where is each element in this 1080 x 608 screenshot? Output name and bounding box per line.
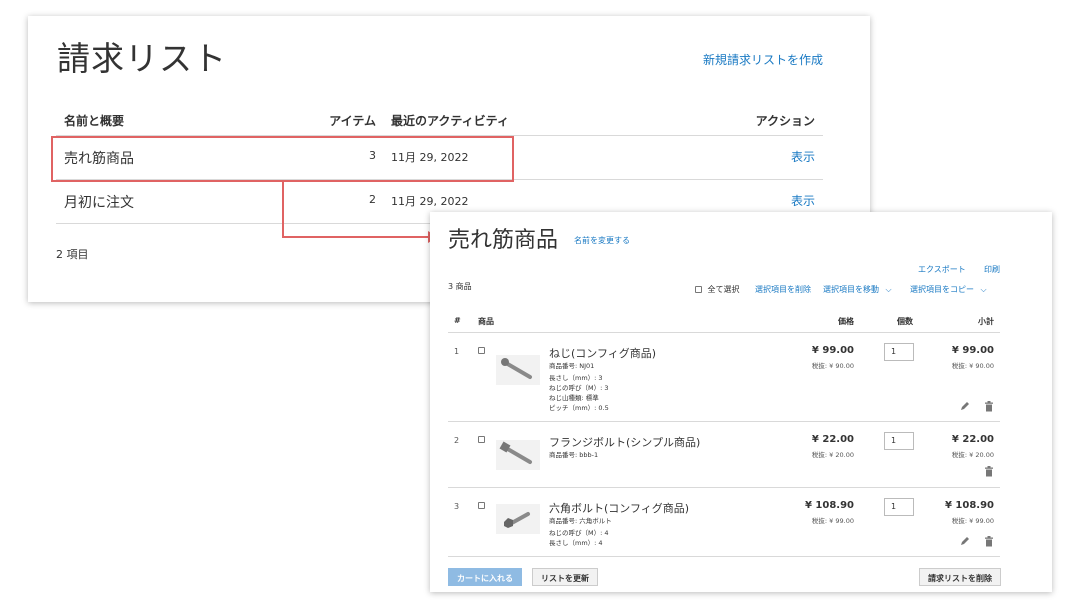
requisition-list-detail-panel: 売れ筋商品 名前を変更する エクスポート 印刷 3 商品 全て選択 選択項目を削… (430, 212, 1052, 592)
product-thumbnail-flange-bolt[interactable] (496, 440, 540, 470)
row-subtotal-excl-tax: 税抜: ¥ 90.00 (951, 362, 994, 370)
print-link[interactable]: 印刷 (984, 264, 1000, 275)
list-name: 月初に注文 (64, 195, 134, 211)
delete-list-button[interactable]: 請求リストを削除 (919, 568, 1001, 586)
move-selected-label: 選択項目を移動 (823, 285, 879, 294)
add-to-cart-button[interactable]: カートに入れる (448, 568, 522, 586)
header-action: アクション (755, 114, 815, 128)
product-name[interactable]: 六角ボルト(コンフィグ商品) (549, 500, 689, 516)
view-link[interactable]: 表示 (791, 148, 815, 165)
pencil-icon[interactable] (960, 401, 970, 411)
header-name: 名前と概要 (64, 114, 125, 128)
product-price-excl-tax: 税抜: ¥ 90.00 (811, 362, 854, 370)
delete-selected-link[interactable]: 選択項目を削除 (755, 284, 811, 295)
product-sku: 商品番号: bbb-1 (549, 451, 599, 459)
header-activity: 最近のアクティビティ (391, 114, 509, 128)
header-qty: 個数 (897, 317, 913, 326)
header-product: 商品 (478, 317, 494, 326)
product-sku: 商品番号: 六角ボルト (549, 517, 612, 525)
table-row: 1 ねじ(コンフィグ商品) 商品番号: NJ01 長さし（mm）: 3 ねじの呼… (448, 333, 1000, 422)
copy-selected-label: 選択項目をコピー (910, 285, 974, 294)
bolt-icon (504, 512, 530, 528)
row-checkbox[interactable] (478, 347, 485, 354)
table-header: 名前と概要 アイテム 最近のアクティビティ アクション (56, 112, 823, 136)
export-link[interactable]: エクスポート (918, 264, 966, 275)
product-name[interactable]: フランジボルト(シンプル商品) (549, 434, 700, 450)
header-number: # (454, 316, 461, 325)
products-table: # 商品 価格 個数 小計 1 ねじ(コンフィグ商品) 商品番号: NJ01 長… (448, 308, 1000, 557)
row-checkbox[interactable] (478, 502, 485, 509)
trash-icon[interactable] (984, 466, 994, 477)
product-price-excl-tax: 税抜: ¥ 20.00 (811, 451, 854, 459)
table-header: # 商品 価格 個数 小計 (448, 308, 1000, 333)
product-count: 3 商品 (448, 282, 472, 291)
screenshot-stage: 請求リスト 新規請求リストを作成 名前と概要 アイテム 最近のアクティビティ ア… (0, 0, 1080, 608)
quantity-input[interactable]: 1 (884, 343, 914, 361)
move-selected-dropdown[interactable]: 選択項目を移動 ⌵ (823, 284, 892, 295)
screw-icon (501, 358, 532, 379)
table-row: 3 六角ボルト(コンフィグ商品) 商品番号: 六角ボルト ねじの呼び（M）: 4… (448, 488, 1000, 557)
product-thumbnail-hex-bolt[interactable] (496, 504, 540, 534)
product-sku: 商品番号: NJ01 (549, 362, 595, 370)
select-all[interactable]: 全て選択 (695, 284, 740, 295)
page-title: 請求リスト (57, 39, 227, 78)
header-items: アイテム (329, 114, 376, 128)
row-number: 1 (454, 347, 460, 356)
product-thumbnail-screw[interactable] (496, 355, 540, 385)
list-item-count: 2 (369, 193, 376, 206)
copy-selected-dropdown[interactable]: 選択項目をコピー ⌵ (910, 284, 987, 295)
chevron-down-icon: ⌵ (980, 285, 987, 294)
view-link[interactable]: 表示 (791, 192, 815, 209)
quantity-input[interactable]: 1 (884, 432, 914, 450)
row-subtotal: ¥ 99.00 (951, 345, 994, 356)
product-option: 長さし（mm）: 3 (549, 374, 603, 382)
select-all-checkbox[interactable] (695, 286, 702, 293)
pencil-icon[interactable] (960, 536, 970, 546)
trash-icon[interactable] (984, 536, 994, 547)
product-name[interactable]: ねじ(コンフィグ商品) (549, 345, 656, 361)
product-price: ¥ 22.00 (811, 434, 854, 445)
row-subtotal: ¥ 108.90 (944, 500, 994, 511)
product-option: ピッチ（mm）: 0.5 (549, 404, 609, 412)
product-option: ねじ山種類: 標準 (549, 394, 599, 402)
list-title: 売れ筋商品 (448, 228, 559, 253)
header-price: 価格 (838, 317, 854, 326)
row-subtotal: ¥ 22.00 (951, 434, 994, 445)
row-number: 3 (454, 502, 460, 511)
list-activity-date: 11月 29, 2022 (391, 195, 469, 208)
product-price-excl-tax: 税抜: ¥ 99.00 (811, 517, 854, 525)
chevron-down-icon: ⌵ (885, 285, 892, 294)
table-row: 2 フランジボルト(シンプル商品) 商品番号: bbb-1 ¥ 22.00 税抜… (448, 422, 1000, 488)
product-price: ¥ 99.00 (811, 345, 854, 356)
item-count: 2 項目 (56, 248, 89, 261)
trash-icon[interactable] (984, 401, 994, 412)
row-checkbox[interactable] (478, 436, 485, 443)
quantity-input[interactable]: 1 (884, 498, 914, 516)
product-price: ¥ 108.90 (804, 500, 854, 511)
update-list-button[interactable]: リストを更新 (532, 568, 598, 586)
product-option: ねじの呼び（M）: 3 (549, 384, 609, 392)
product-option: 長さし（mm）: 4 (549, 539, 603, 547)
bolt-icon (499, 441, 532, 464)
row-number: 2 (454, 436, 460, 445)
rename-link[interactable]: 名前を変更する (574, 235, 630, 246)
row-subtotal-excl-tax: 税抜: ¥ 99.00 (951, 517, 994, 525)
row-subtotal-excl-tax: 税抜: ¥ 20.00 (951, 451, 994, 459)
create-requisition-list-link[interactable]: 新規請求リストを作成 (703, 51, 823, 68)
select-all-label: 全て選択 (707, 285, 740, 294)
header-subtotal: 小計 (978, 317, 994, 326)
product-option: ねじの呼び（M）: 4 (549, 529, 609, 537)
highlight-box (51, 136, 514, 182)
